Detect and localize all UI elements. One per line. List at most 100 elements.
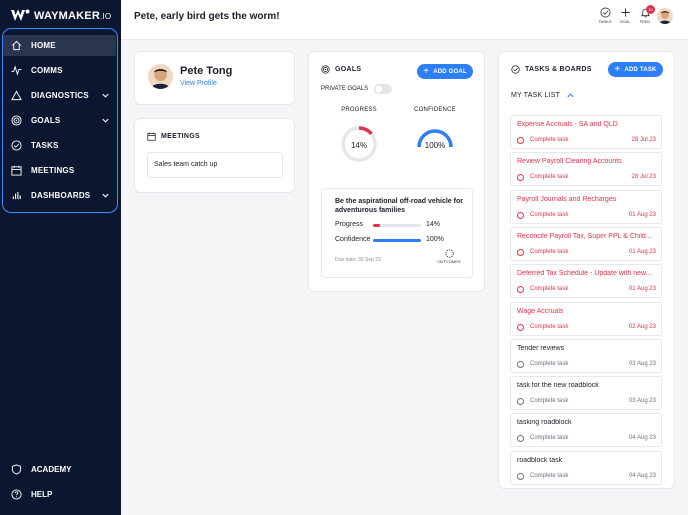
check-circle-icon [9, 139, 23, 153]
goal-progress-bar [373, 224, 421, 227]
sidebar-item-goals[interactable]: GOALS [3, 110, 116, 131]
task-due-date: 04 Aug 23 [628, 472, 656, 479]
user-avatar[interactable] [657, 8, 673, 24]
complete-task-checkbox[interactable] [517, 398, 524, 406]
meetings-title: MEETINGS [147, 132, 200, 141]
complete-task-checkbox[interactable] [517, 435, 524, 443]
tasks-title: TASKS & BOARDS [511, 65, 592, 74]
goals-card: GOALS + ADD GOAL PRIVATE GOALS PROGRESS … [308, 51, 485, 292]
chevron-up-icon [567, 93, 574, 98]
chevron-down-icon[interactable] [101, 191, 110, 200]
complete-task-checkbox[interactable] [517, 360, 524, 368]
sidebar-item-label: COMMS [31, 66, 63, 75]
top-header: Pete, early bird gets the worm! TASKS GO… [121, 0, 688, 40]
complete-task-checkbox[interactable] [517, 137, 524, 144]
sidebar-item-help[interactable]: HELP [3, 484, 116, 504]
goal-progress-fill [373, 224, 380, 227]
add-goal-button[interactable]: + ADD GOAL [417, 64, 473, 79]
task-item[interactable]: roadblock task Complete task 04 Aug 23 [510, 450, 662, 485]
chevron-down-icon[interactable] [101, 91, 110, 100]
task-list-toggle[interactable]: MY TASK LIST [511, 91, 575, 100]
private-goals-toggle[interactable] [374, 84, 392, 94]
task-title: Review Payroll Clearing Accounts [517, 158, 622, 166]
page-title: Pete, early bird gets the worm! [134, 11, 280, 22]
complete-task-checkbox[interactable] [517, 286, 524, 294]
triangle-icon [9, 89, 23, 103]
home-icon [9, 39, 23, 53]
sidebar-item-dashboards[interactable]: DASHBOARDS [3, 185, 116, 206]
task-item[interactable]: Wage Accruals Complete task 02 Aug 23 [510, 301, 662, 336]
task-item[interactable]: Deferred Tax Schedule - Update with new.… [510, 264, 662, 299]
add-task-button[interactable]: + ADD TASK [608, 62, 663, 77]
task-due-date: 01 Aug 23 [628, 248, 656, 255]
header-feed-label: FEED [639, 19, 651, 24]
outcomes-button[interactable]: OUTCOMES [436, 249, 462, 264]
logo[interactable]: WAYMAKER.IO [11, 9, 111, 22]
view-profile-link[interactable]: View Profile [180, 80, 217, 87]
pulse-icon [9, 64, 23, 78]
help-icon [9, 487, 23, 501]
bar-chart-icon [9, 189, 23, 203]
sidebar-item-home[interactable]: HOME [3, 35, 116, 56]
task-item[interactable]: Reconcile Payroll Tax, Super PPL & Child… [510, 226, 662, 261]
sidebar-item-academy[interactable]: ACADEMY [3, 459, 116, 479]
task-item[interactable]: task for the new roadblock Complete task 0… [510, 376, 662, 411]
task-due-date: 01 Aug 23 [628, 286, 656, 293]
complete-task-label: Complete task [530, 472, 569, 479]
profile-name: Pete Tong [180, 65, 233, 77]
complete-task-label: Complete task [530, 248, 569, 255]
goal-confidence-value: 100% [426, 236, 444, 243]
complete-task-checkbox[interactable] [517, 248, 524, 256]
sidebar-item-comms[interactable]: COMMS [3, 60, 116, 81]
header-tasks-button[interactable]: TASKS [595, 7, 615, 24]
calendar-icon [9, 164, 23, 178]
header-goal-label: GOAL [619, 19, 631, 24]
task-title: task for the new roadblock [517, 382, 599, 390]
goals-title: GOALS [321, 65, 361, 74]
goal-progress-value: 14% [426, 221, 441, 228]
sidebar-item-diagnostics[interactable]: DIAGNOSTICS [3, 85, 116, 106]
task-title: Tender reviews [517, 344, 565, 352]
target-icon [321, 65, 330, 74]
task-item[interactable]: Tender reviews Complete task 03 Aug 23 [510, 338, 662, 373]
task-title: Deferred Tax Schedule - Update with new.… [517, 270, 652, 278]
plus-icon: + [423, 65, 430, 77]
goal-confidence-label: Confidence [335, 236, 371, 243]
complete-task-checkbox[interactable] [517, 174, 524, 182]
sidebar-item-meetings[interactable]: MEETINGS [3, 160, 116, 181]
header-goal-button[interactable]: GOAL [615, 7, 635, 24]
task-item[interactable]: Payroll Journals and Recharges Complete t… [510, 189, 662, 224]
complete-task-checkbox[interactable] [517, 323, 524, 331]
outcomes-icon [444, 249, 454, 258]
target-icon [9, 114, 23, 128]
goal-progress-label: Progress [335, 221, 364, 228]
tasks-card: TASKS & BOARDS + ADD TASK MY TASK LIST E… [498, 51, 675, 489]
complete-task-checkbox[interactable] [517, 211, 524, 219]
header-tasks-label: TASKS [598, 19, 612, 24]
shield-icon [9, 462, 23, 476]
task-item[interactable]: Review Payroll Clearing Accounts Complete… [510, 152, 662, 187]
goal-item[interactable]: Be the aspirational off-road vehicle for… [321, 188, 473, 278]
waymaker-logo-icon [11, 9, 30, 21]
meeting-item[interactable]: Sales team catch up [147, 152, 283, 178]
plus-icon [620, 8, 630, 17]
progress-gauge-value: 14% [350, 141, 367, 150]
sidebar: WAYMAKER.IO HOME COMMS DIAGNOSTICS GOALS… [0, 0, 121, 515]
sidebar-item-label: MEETINGS [31, 166, 75, 175]
check-circle-icon [600, 7, 610, 18]
plus-icon: + [614, 63, 621, 75]
goal-confidence-bar [373, 239, 421, 242]
sidebar-item-tasks[interactable]: TASKS [3, 135, 116, 156]
header-feed-button[interactable]: 10 FEED [635, 5, 655, 24]
task-due-date: 04 Aug 23 [628, 435, 656, 442]
task-due-date: 03 Aug 23 [628, 360, 656, 367]
complete-task-label: Complete task [530, 323, 569, 330]
complete-task-checkbox[interactable] [517, 472, 524, 480]
task-item[interactable]: Expense Accruals - SA and QLD Complete ta… [510, 115, 662, 149]
complete-task-label: Complete task [530, 137, 569, 143]
chevron-down-icon[interactable] [101, 116, 110, 125]
sidebar-item-label: GOALS [31, 116, 61, 125]
task-item[interactable]: tasking roadblock Complete task 04 Aug 23 [510, 413, 662, 448]
calendar-icon [147, 132, 156, 141]
meetings-card: MEETINGS Sales team catch up [134, 118, 295, 193]
